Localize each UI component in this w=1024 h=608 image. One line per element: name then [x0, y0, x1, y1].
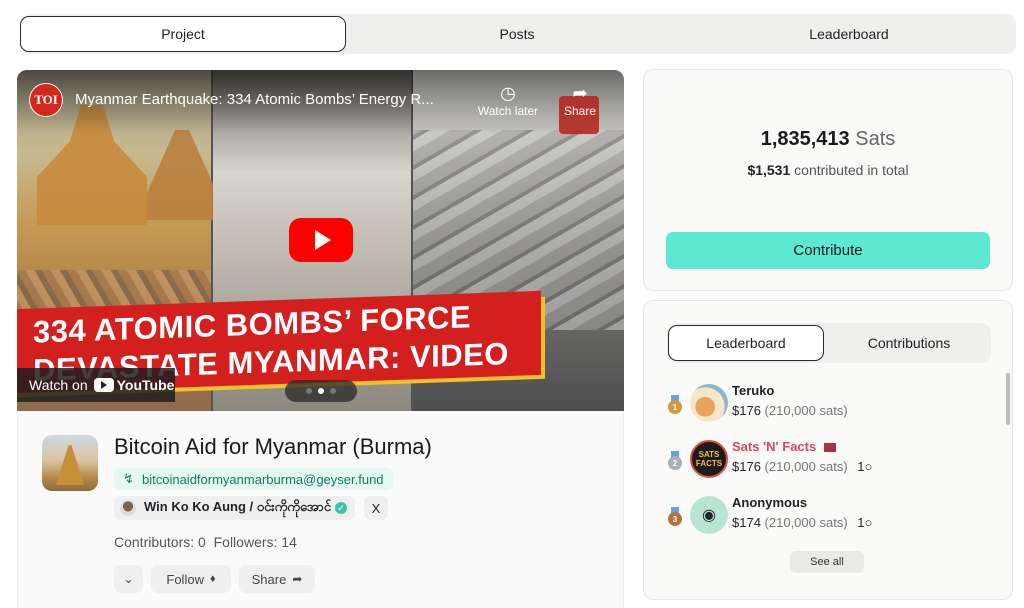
lightning-address-chip[interactable]: ↯ bitcoinaidformyanmarburma@geyser.fund	[114, 468, 393, 490]
amount-usd: $176	[732, 403, 761, 418]
leaderboard-scrollbar[interactable]	[1006, 373, 1010, 425]
watch-later-button[interactable]: ◷ Watch later	[473, 82, 543, 118]
video-title[interactable]: Myanmar Earthquake: 334 Atomic Bombs’ En…	[75, 91, 475, 108]
contribution-amount: $176 (210,000 sats)	[732, 403, 848, 418]
carousel-dot[interactable]	[306, 388, 312, 394]
amount-usd: $174	[732, 515, 761, 530]
tab-project[interactable]: Project	[20, 16, 346, 52]
leaderboard-segmented-control: Leaderboard Contributions	[667, 323, 991, 363]
share-video-button[interactable]: ➦ Share	[545, 82, 615, 118]
project-actions: ⌄ Follow ♦ Share ➦	[114, 565, 315, 593]
leaderboard-card: Leaderboard Contributions 1 Teruko $176 …	[643, 300, 1013, 600]
contributor-name-text: Sats 'N' Facts	[732, 439, 817, 454]
creator-chip[interactable]: Win Ko Ko Aung / ဝင်းကိုကိုအောင် ✓	[114, 496, 356, 520]
project-thumbnail[interactable]	[42, 435, 98, 491]
comment-icon: ○	[864, 515, 873, 530]
watch-later-label: Watch later	[477, 104, 539, 118]
silver-medal-icon: 2	[668, 451, 682, 470]
medal-rank: 2	[668, 456, 682, 470]
play-icon	[315, 230, 331, 250]
usd-total: $1,531 contributed in total	[644, 162, 1012, 178]
avatar[interactable]	[690, 384, 728, 422]
carousel-dot[interactable]	[330, 388, 336, 394]
follow-button[interactable]: Follow ♦	[151, 565, 231, 593]
share-arrow-icon: ➦	[572, 83, 588, 103]
watch-on-label: Watch on	[29, 377, 88, 393]
usd-amount: $1,531	[747, 162, 791, 178]
sats-amount: 1,835,413	[760, 128, 850, 150]
carousel-dots[interactable]	[285, 380, 357, 402]
see-all-button[interactable]: See all	[790, 551, 864, 573]
bell-icon: ♦	[209, 573, 216, 585]
tab-posts[interactable]: Posts	[352, 16, 682, 52]
lightning-address: bitcoinaidformyanmarburma@geyser.fund	[142, 471, 384, 487]
amount-usd: $176	[732, 459, 761, 474]
youtube-logo: YouTube	[93, 377, 175, 393]
medal-rank: 3	[668, 512, 682, 526]
amount-sats: (210,000 sats)	[764, 403, 848, 418]
creator-avatar	[120, 500, 136, 516]
contributor-name[interactable]: Sats 'N' Facts	[732, 439, 836, 454]
avatar[interactable]: SATS FACTS	[690, 440, 728, 478]
tab-leaderboard[interactable]: Leaderboard	[684, 16, 1014, 52]
expand-button[interactable]: ⌄	[114, 565, 143, 593]
medal-rank: 1	[668, 400, 682, 414]
comment-count[interactable]: 1○	[857, 459, 872, 474]
share-button[interactable]: Share ➦	[239, 565, 315, 593]
tab-contributions[interactable]: Contributions	[829, 325, 989, 361]
share-label: Share	[251, 571, 287, 587]
leaderboard-row[interactable]: 3 ◉ Anonymous $174 (210,000 sats) 1○	[668, 493, 968, 537]
verified-check-icon: ✓	[335, 502, 348, 514]
share-arrow-icon: ➦	[292, 572, 303, 586]
contribution-amount: $176 (210,000 sats) 1○	[732, 459, 872, 474]
project-title: Bitcoin Aid for Myanmar (Burma)	[114, 434, 432, 459]
comment-count-value: 1	[857, 515, 865, 530]
x-social-icon[interactable]: X	[364, 496, 388, 520]
youtube-play-icon	[93, 378, 114, 392]
creator-name: Win Ko Ko Aung / ဝင်းကိုကိုအောင်	[144, 498, 332, 514]
alien-avatar-icon[interactable]: ◉	[690, 496, 728, 534]
youtube-wordmark: YouTube	[116, 377, 175, 393]
contribution-amount: $174 (210,000 sats) 1○	[732, 515, 872, 530]
share-video-label: Share	[563, 104, 597, 118]
sats-unit: Sats	[855, 128, 896, 150]
sats-total: 1,835,413 Sats	[644, 128, 1012, 151]
project-stats: Contributors: 0 Followers: 14	[114, 534, 297, 550]
followers-count: Followers: 14	[213, 534, 297, 550]
contributor-name[interactable]: Teruko	[732, 383, 774, 398]
lightning-bolt-icon: ↯	[123, 471, 134, 486]
gold-medal-icon: 1	[668, 395, 682, 414]
leaderboard-row[interactable]: 2 SATS FACTS Sats 'N' Facts $176 (210,000…	[668, 437, 968, 481]
comment-count-value: 1	[857, 459, 865, 474]
flag-icon	[823, 443, 836, 453]
watch-on-youtube-button[interactable]: Watch on YouTube	[17, 368, 175, 402]
top-tab-bar: Project Posts Leaderboard	[20, 14, 1016, 54]
tab-leaderboard-inner[interactable]: Leaderboard	[668, 325, 824, 361]
contributor-name[interactable]: Anonymous	[732, 495, 807, 510]
leaderboard-row[interactable]: 1 Teruko $176 (210,000 sats)	[668, 381, 968, 425]
double-chevron-down-icon: ⌄	[123, 572, 134, 586]
comment-icon: ○	[864, 459, 873, 474]
comment-count[interactable]: 1○	[857, 515, 872, 530]
usd-suffix: contributed in total	[794, 162, 909, 178]
carousel-dot-active[interactable]	[318, 388, 324, 394]
funding-card: 1,835,413 Sats $1,531 contributed in tot…	[643, 69, 1013, 291]
bronze-medal-icon: 3	[668, 507, 682, 526]
play-button[interactable]	[289, 218, 353, 262]
clock-icon: ◷	[500, 83, 516, 103]
contributors-count: Contributors: 0	[114, 534, 206, 550]
video-embed[interactable]: TOI Myanmar Earthquake: 334 Atomic Bombs…	[17, 70, 624, 411]
pagoda-shape	[147, 130, 217, 220]
follow-label: Follow	[166, 571, 204, 587]
project-info-card: Bitcoin Aid for Myanmar (Burma) ↯ bitcoi…	[17, 411, 624, 608]
amount-sats: (210,000 sats)	[764, 459, 848, 474]
amount-sats: (210,000 sats)	[764, 515, 848, 530]
channel-logo[interactable]: TOI	[29, 83, 63, 117]
contribute-button[interactable]: Contribute	[666, 232, 990, 269]
